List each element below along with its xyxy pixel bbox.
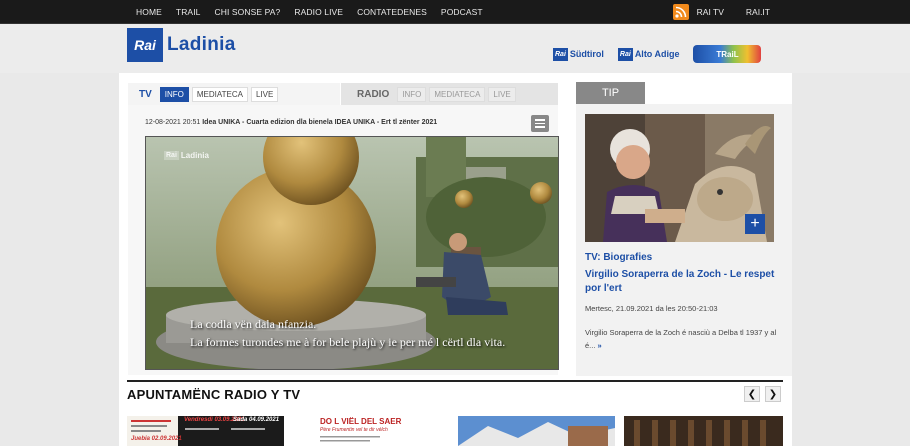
tip-image[interactable]: + — [585, 114, 774, 242]
tv-tab-live[interactable]: LIVE — [250, 86, 279, 102]
tip-category[interactable]: TV: Biografies — [585, 252, 652, 263]
carousel-thumb-text: Père Frumentin vel te dir vélch — [320, 427, 388, 433]
tip-heading: TIP — [576, 82, 645, 104]
rai-alto-adige-logo[interactable]: Rai Alto Adige — [617, 47, 680, 61]
logo-text: Ladinia — [167, 34, 236, 55]
nav-home[interactable]: HOME — [136, 7, 162, 17]
list-icon[interactable] — [531, 115, 549, 132]
nav-podcast[interactable]: PODCAST — [441, 7, 483, 17]
read-more-link[interactable]: » — [598, 341, 602, 350]
chevron-right-icon: ❯ — [768, 388, 778, 400]
carousel-next-button[interactable]: ❯ — [765, 386, 781, 402]
plus-icon[interactable]: + — [745, 214, 765, 234]
carousel-thumb-text: Sada 04.09.2021 — [233, 417, 280, 423]
tip-card: + TV: Biografies Virgilio Soraperra de l… — [576, 104, 792, 376]
video-area: 12-08-2021 20:51 Idea UNIKA - Cuarta edi… — [128, 105, 559, 375]
trail-logo[interactable]: TRaiL — [693, 45, 762, 63]
nav-contatedenes[interactable]: CONTATEDENES — [357, 7, 427, 17]
partner-box: Rai — [617, 47, 633, 61]
carousel-item[interactable]: Vendresdì 03.09.2021 Sada 04.09.2021 Jue… — [127, 416, 284, 446]
carousel-thumb-text: Juebia 02.09.2021 — [131, 436, 182, 442]
site-header: Rai Ladinia Rai Südtirol Rai Alto Adige … — [0, 24, 910, 73]
apuntamenc-title: APUNTAMËNC RADIO Y TV — [127, 387, 301, 402]
partner-box: Rai — [553, 47, 568, 61]
video-title: 12-08-2021 20:51 Idea UNIKA - Cuarta edi… — [145, 119, 437, 126]
radio-tab-mediateca[interactable]: MEDIATECA — [429, 86, 486, 102]
top-bar: HOME TRAIL CHI SONSE PA? RADIO LIVE CONT… — [0, 0, 910, 24]
watermark-box: Rai — [164, 151, 179, 160]
partner-logos: Rai Südtirol Rai Alto Adige TRaiL — [553, 45, 762, 63]
rai-tv-link[interactable]: RAI TV — [697, 7, 724, 17]
tv-tab-mediateca[interactable]: MEDIATECA — [191, 86, 248, 102]
video-title-text: Idea UNIKA - Cuarta edizion dla bienela … — [202, 119, 438, 126]
subtitle-line: La formes turondes me à for bele plajù y… — [190, 335, 506, 349]
video-player[interactable]: Rai Ladinia La codla vën dala nfanzia. L… — [145, 136, 559, 370]
logo-box: Rai — [127, 28, 163, 62]
radio-tab-live[interactable]: LIVE — [488, 86, 516, 102]
radio-tabs: RADIO INFO MEDIATECA LIVE — [341, 83, 558, 105]
carousel-item[interactable] — [458, 416, 615, 446]
carousel-item[interactable] — [624, 416, 783, 446]
tip-description-text: Virgilio Soraperra de la Zoch é nasciù a… — [585, 328, 777, 350]
nav-trail[interactable]: TRAIL — [176, 7, 201, 17]
rai-it-link[interactable]: RAI.IT — [746, 7, 770, 17]
tip-date: Mertesc, 21.09.2021 da les 20:50-21:03 — [585, 304, 718, 313]
tip-description: Virgilio Soraperra de la Zoch é nasciù a… — [585, 326, 780, 352]
carousel-prev-button[interactable]: ❮ — [744, 386, 760, 402]
nav-radio-live[interactable]: RADIO LIVE — [294, 7, 343, 17]
carousel-thumb-image — [624, 416, 783, 446]
video-date: 12-08-2021 20:51 — [145, 119, 201, 126]
partner-text: Alto Adige — [634, 49, 680, 59]
carousel-item[interactable]: DO L VIËL DEL SAER Père Frumentin vel te… — [292, 416, 449, 446]
top-navigation: HOME TRAIL CHI SONSE PA? RADIO LIVE CONT… — [136, 0, 497, 24]
partner-text: Südtirol — [569, 49, 604, 59]
tip-title[interactable]: Virgilio Soraperra de la Zoch - Le respe… — [585, 268, 780, 296]
tv-tab-info[interactable]: INFO — [159, 86, 189, 102]
subtitle-line: La codla vën dala nfanzia. — [190, 317, 317, 331]
nav-chi-sonse-pa[interactable]: CHI SONSE PA? — [215, 7, 281, 17]
tv-heading[interactable]: TV — [139, 89, 152, 100]
radio-tab-info[interactable]: INFO — [397, 86, 427, 102]
apuntamenc-section-header: APUNTAMËNC RADIO Y TV ❮ ❯ — [127, 380, 783, 407]
rss-icon[interactable] — [672, 4, 689, 20]
chevron-left-icon: ❮ — [747, 388, 757, 400]
carousel-thumb-image — [458, 416, 615, 446]
rai-ladinia-watermark: Rai Ladinia — [164, 151, 209, 160]
apuntamenc-carousel: Vendresdì 03.09.2021 Sada 04.09.2021 Jue… — [127, 416, 783, 446]
top-right-links: RAI TV RAI.IT — [672, 0, 910, 24]
rai-ladinia-logo[interactable]: Rai Ladinia — [127, 28, 236, 62]
rai-suedtirol-logo[interactable]: Rai Südtirol — [553, 47, 604, 61]
carousel-thumb-text: DO L VIËL DEL SAER — [320, 417, 402, 426]
watermark-text: Ladinia — [180, 151, 209, 160]
tv-tabs: TV INFO MEDIATECA LIVE — [128, 83, 340, 105]
radio-heading[interactable]: RADIO — [357, 89, 389, 100]
video-subtitles: La codla vën dala nfanzia. La formes tur… — [190, 315, 505, 351]
